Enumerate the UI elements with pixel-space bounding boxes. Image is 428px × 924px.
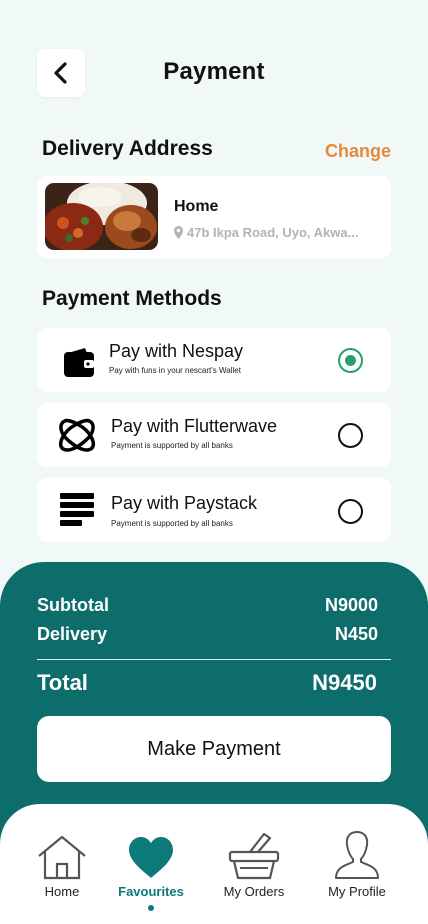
make-payment-button[interactable]: Make Payment <box>37 716 391 782</box>
bottom-nav: Home Favourites My Orders My Profile <box>0 804 428 924</box>
active-indicator <box>148 905 154 911</box>
paystack-icon <box>57 492 97 528</box>
radio-unselected[interactable] <box>338 499 363 524</box>
change-address-link[interactable]: Change <box>325 141 391 162</box>
address-name: Home <box>174 198 219 215</box>
total-row: Total N9450 <box>37 670 377 696</box>
subtotal-value: N9000 <box>324 595 378 615</box>
payment-subtitle: Payment is supported by all banks <box>111 519 233 528</box>
radio-unselected[interactable] <box>338 423 363 448</box>
divider <box>37 659 391 660</box>
payment-option-flutterwave[interactable]: Pay with Flutterwave Payment is supporte… <box>37 403 391 467</box>
total-label: Total <box>37 670 88 695</box>
nav-item-home[interactable]: Home <box>12 828 112 899</box>
header: Payment <box>0 0 428 120</box>
flutterwave-icon <box>57 417 97 453</box>
payment-subtitle: Pay with funs in your nescart's Wallet <box>109 366 241 375</box>
nav-label: My Orders <box>223 884 285 899</box>
nav-item-my-orders[interactable]: My Orders <box>204 828 304 899</box>
delivery-address-heading: Delivery Address <box>42 137 213 160</box>
address-card[interactable]: Home 47b Ikpa Road, Uyo, Akwa... <box>37 176 391 258</box>
payment-methods-heading: Payment Methods <box>42 287 222 310</box>
subtotal-label: Subtotal <box>37 595 109 615</box>
nav-label: Home <box>44 884 80 899</box>
radio-selected[interactable] <box>338 348 363 373</box>
delivery-row: Delivery N450 <box>37 624 378 645</box>
nav-item-my-profile[interactable]: My Profile <box>307 828 407 899</box>
location-pin-icon <box>174 226 183 239</box>
nav-label: My Profile <box>328 884 386 899</box>
payment-title: Pay with Flutterwave <box>111 416 278 436</box>
payment-option-paystack[interactable]: Pay with Paystack Payment is supported b… <box>37 478 391 542</box>
home-icon <box>12 828 112 880</box>
food-image <box>45 183 158 250</box>
wallet-icon <box>59 344 99 380</box>
delivery-value: N450 <box>334 624 378 644</box>
nav-label: Favourites <box>118 884 184 899</box>
heart-icon <box>101 828 201 880</box>
address-line: 47b Ikpa Road, Uyo, Akwa... <box>174 225 358 240</box>
delivery-label: Delivery <box>37 624 108 644</box>
nav-item-favourites[interactable]: Favourites <box>101 828 201 911</box>
payment-option-nespay[interactable]: Pay with Nespay Pay with funs in your ne… <box>37 328 391 392</box>
basket-icon <box>204 828 304 880</box>
payment-title: Pay with Nespay <box>109 341 244 361</box>
payment-title: Pay with Paystack <box>111 493 258 513</box>
profile-icon <box>307 828 407 880</box>
total-value: N9450 <box>312 670 377 695</box>
payment-subtitle: Payment is supported by all banks <box>111 441 233 450</box>
subtotal-row: Subtotal N9000 <box>37 595 378 616</box>
page-title: Payment <box>163 58 265 85</box>
address-text: 47b Ikpa Road, Uyo, Akwa... <box>187 225 359 240</box>
